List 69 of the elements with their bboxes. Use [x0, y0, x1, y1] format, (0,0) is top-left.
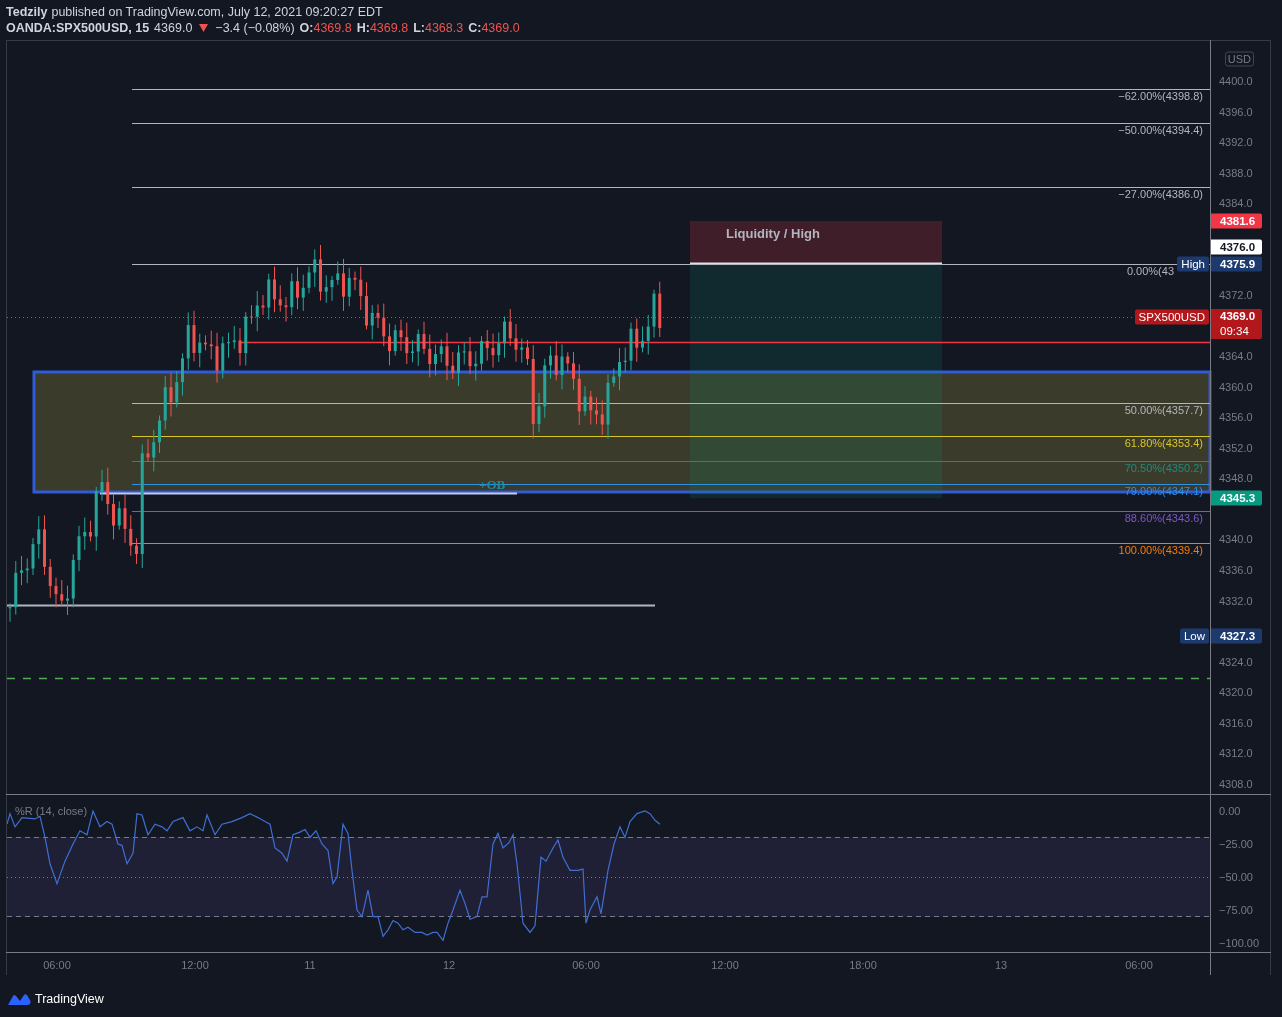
indicator-title: %R (14, close) [15, 803, 88, 819]
fib-level-label: 61.80%(4353.4) [1124, 435, 1203, 451]
price-axis-label: 4356.0 [1219, 409, 1253, 425]
fib-level-label: 88.60%(4343.6) [1124, 510, 1203, 526]
time-axis-label: 12:00 [711, 957, 739, 973]
time-axis-label: 13 [994, 957, 1008, 973]
indicator-axis-label: −25.00 [1219, 836, 1253, 852]
ohlc-value: 4369.8 [369, 20, 409, 36]
price-tag-label: SPX500USD [1134, 309, 1209, 325]
indicator-axis-label: −100.00 [1219, 935, 1260, 951]
price-tag: 4369.0 09:34 [1211, 309, 1262, 339]
price-axis-label: 4360.0 [1219, 379, 1253, 395]
price-tag: 4376.0 [1211, 239, 1262, 255]
time-axis-label: 12 [442, 957, 456, 973]
time-axis-label: 12:00 [181, 957, 209, 973]
price-axis-label: 4340.0 [1219, 531, 1253, 547]
ohlc-label: L: [413, 20, 425, 36]
price-axis-label: 4316.0 [1219, 715, 1253, 731]
price-axis-label: 4308.0 [1219, 776, 1253, 792]
price-axis-label: 4312.0 [1219, 745, 1253, 761]
price-axis-label: 4352.0 [1219, 440, 1253, 456]
price-axis-label: 4392.0 [1219, 134, 1253, 150]
ohlc-label: C: [468, 20, 482, 36]
ohlc-value: 4368.3 [424, 20, 464, 36]
indicator-axis-label: −75.00 [1219, 902, 1253, 918]
price-axis-label: 4388.0 [1219, 165, 1253, 181]
time-axis-label: 18:00 [849, 957, 877, 973]
time-axis-label: 06:00 [572, 957, 600, 973]
price-axis-label: 4332.0 [1219, 593, 1253, 609]
price-axis-label: 4372.0 [1219, 287, 1253, 303]
fib-level-label: −50.00%(4394.4) [1118, 122, 1203, 138]
ohlc-value: 4369.8 [313, 20, 352, 36]
fib-level-label: −62.00%(4398.8) [1118, 88, 1203, 104]
price-tag-label: Low [1179, 628, 1209, 644]
fib-level-label: 100.00%(4339.4) [1118, 542, 1203, 558]
price-axis-label: 4324.0 [1219, 654, 1253, 670]
time-axis-label: 06:00 [1125, 957, 1153, 973]
price-tag: 4327.3 [1211, 628, 1262, 644]
liquidity-label: Liquidity / High [726, 225, 820, 244]
price-axis-label: 4320.0 [1219, 684, 1253, 700]
author-name: Tedzily [6, 4, 48, 20]
brand-name: TradingView [35, 991, 104, 1008]
price-change: −3.4 (−0.08%) [215, 20, 295, 36]
fib-level-label: 79.00%(4347.1) [1124, 483, 1203, 499]
price-axis-label: 4400.0 [1219, 73, 1253, 89]
price-axis-label: 4348.0 [1219, 470, 1253, 486]
publish-info: published on TradingView.com, July 12, 2021 09:20:27 EDT [51, 4, 383, 20]
price-tag-label: High [1177, 256, 1209, 272]
last-price: 4369.0 [154, 20, 193, 36]
time-axis-label: 06:00 [43, 957, 71, 973]
indicator-axis-label: 0.00 [1219, 803, 1241, 819]
fib-level-label: 50.00%(4357.7) [1124, 402, 1203, 418]
price-tag: 4375.9 [1211, 256, 1262, 272]
fib-level-label: 0.00%(43 [1126, 263, 1174, 279]
fib-level-label: −27.00%(4386.0) [1118, 186, 1203, 202]
symbol-title: OANDA:SPX500USD, 15 [6, 20, 150, 36]
fib-level-label: 70.50%(4350.2) [1124, 460, 1203, 476]
time-axis-label: 11 [304, 957, 316, 973]
ohlc-label: O: [299, 20, 314, 36]
indicator-axis-label: −50.00 [1219, 869, 1253, 885]
price-axis-label: 4396.0 [1219, 104, 1253, 120]
logo-icon [7, 992, 31, 1007]
price-tag: 4345.3 [1211, 490, 1262, 506]
price-axis-label: 4384.0 [1219, 195, 1253, 211]
price-axis-label: 4364.0 [1219, 348, 1253, 364]
price-axis-label: 4336.0 [1219, 562, 1253, 578]
ohlc-value: 4369.0 [481, 20, 520, 36]
price-tag: 4381.6 [1211, 213, 1262, 229]
ohlc-label: H: [356, 20, 370, 36]
